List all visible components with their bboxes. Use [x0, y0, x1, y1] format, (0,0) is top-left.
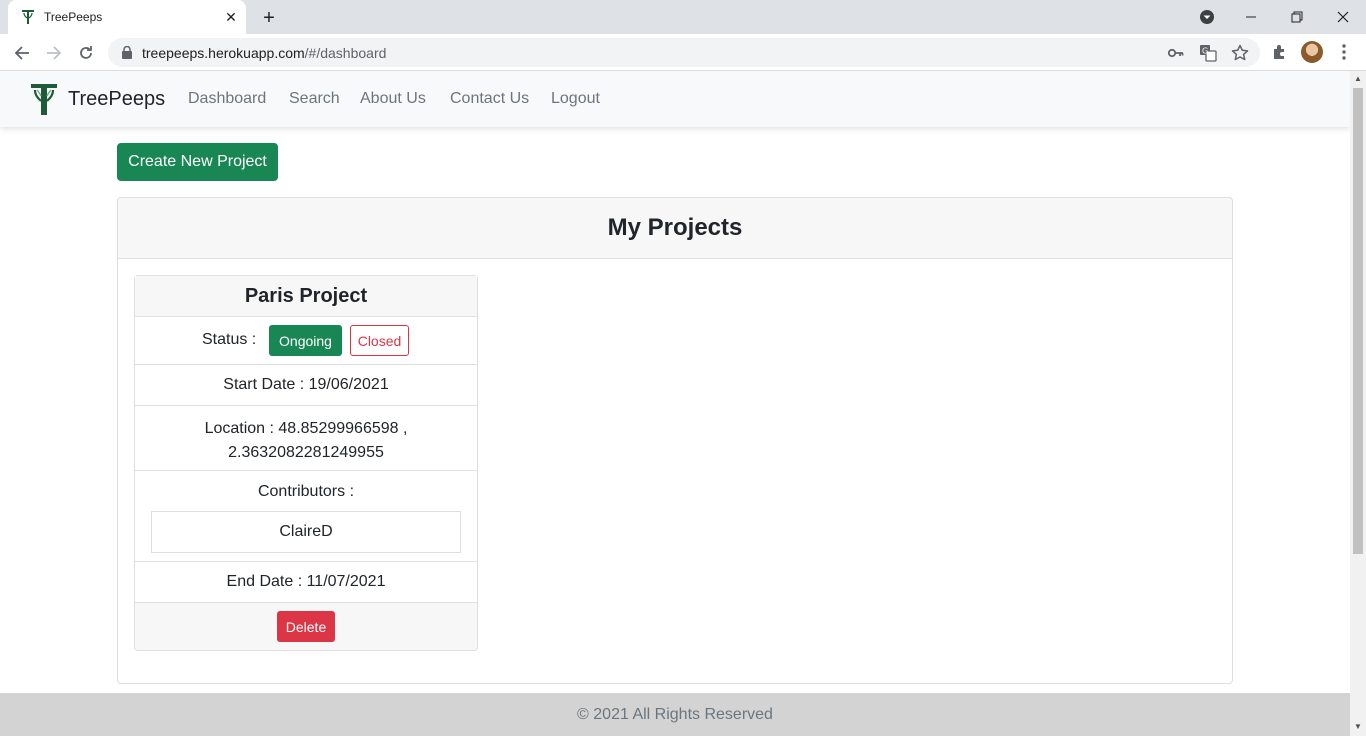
project-contributors-row: Contributors : ClaireD	[135, 471, 477, 562]
project-location-line2: 2.3632082281249955	[228, 444, 384, 461]
forward-icon[interactable]	[43, 42, 65, 64]
project-status-row: Status : Ongoing Closed	[135, 317, 477, 365]
project-start-date: Start Date : 19/06/2021	[223, 376, 389, 393]
nav-link-about-us[interactable]: About Us	[360, 90, 426, 108]
create-new-project-button[interactable]: Create New Project	[117, 143, 278, 181]
project-start-date-row: Start Date : 19/06/2021	[135, 365, 477, 406]
panel-title: My Projects	[607, 214, 743, 241]
scrollbar-thumb[interactable]	[1353, 88, 1363, 554]
delete-project-button[interactable]: Delete	[277, 611, 335, 642]
lock-icon	[122, 46, 132, 59]
nav-link-dashboard[interactable]: Dashboard	[188, 90, 266, 108]
translate-icon[interactable]: G	[1199, 44, 1217, 62]
project-card: Paris Project Status : Ongoing Closed St…	[134, 275, 478, 651]
contributor-list-item[interactable]: ClaireD	[151, 511, 461, 553]
tab-title: TreePeeps	[44, 10, 103, 24]
browser-tab[interactable]: TreePeeps ✕	[8, 0, 246, 34]
new-tab-icon[interactable]: +	[258, 7, 280, 29]
close-tab-icon[interactable]: ✕	[222, 8, 240, 26]
url-host: treepeeps.herokuapp.com	[142, 45, 305, 61]
contributor-name: ClaireD	[279, 523, 333, 540]
key-icon[interactable]	[1167, 44, 1185, 62]
scroll-up-arrow-icon[interactable]: ▲	[1354, 75, 1362, 83]
restore-icon[interactable]	[1274, 0, 1320, 34]
project-location-line1: Location : 48.85299966598 ,	[204, 420, 408, 437]
svg-text:G: G	[1202, 47, 1208, 56]
project-location-row: Location : 48.85299966598 , 2.3632082281…	[135, 406, 477, 471]
browser-tabstrip: TreePeeps ✕ +	[0, 0, 1366, 34]
project-card-footer: Delete	[135, 603, 477, 650]
project-end-date: End Date : 11/07/2021	[226, 573, 386, 590]
nav-link-contact-us[interactable]: Contact Us	[450, 90, 529, 108]
address-bar[interactable]: treepeeps.herokuapp.com/#/dashboard G	[108, 38, 1260, 67]
page-scrollbar[interactable]: ▲ ▼	[1350, 71, 1366, 736]
back-icon[interactable]	[11, 42, 33, 64]
treepeeps-favicon-icon	[22, 10, 34, 24]
url-path: /#/dashboard	[304, 45, 387, 61]
scroll-down-arrow-icon[interactable]: ▼	[1354, 723, 1362, 731]
reload-icon[interactable]	[75, 42, 97, 64]
my-projects-panel: My Projects Paris Project Status : Ongoi…	[117, 197, 1233, 684]
status-ongoing-button[interactable]: Ongoing	[269, 325, 342, 356]
close-window-icon[interactable]	[1320, 0, 1366, 34]
nav-link-search[interactable]: Search	[289, 90, 340, 108]
site-footer: © 2021 All Rights Reserved	[0, 693, 1350, 736]
url-text: treepeeps.herokuapp.com/#/dashboard	[142, 45, 386, 61]
brand-name[interactable]: TreePeeps	[68, 88, 165, 111]
extensions-icon[interactable]	[1270, 42, 1290, 62]
project-end-date-row: End Date : 11/07/2021	[135, 562, 477, 603]
nav-link-logout[interactable]: Logout	[551, 90, 600, 108]
bookmark-star-icon[interactable]	[1231, 44, 1249, 62]
status-label: Status :	[202, 331, 257, 348]
minimize-icon[interactable]	[1228, 0, 1274, 34]
footer-copyright: © 2021 All Rights Reserved	[577, 705, 773, 723]
browser-toolbar: treepeeps.herokuapp.com/#/dashboard G	[0, 34, 1366, 71]
contributors-label: Contributors :	[257, 483, 355, 500]
profile-avatar[interactable]	[1301, 41, 1323, 63]
panel-header: My Projects	[118, 198, 1232, 259]
treepeeps-logo-icon[interactable]	[30, 82, 58, 116]
more-menu-icon[interactable]	[1334, 42, 1354, 62]
page-viewport: TreePeeps Dashboard Search About Us Cont…	[0, 71, 1350, 736]
tab-search-icon[interactable]	[1198, 8, 1216, 26]
project-card-header: Paris Project	[135, 276, 477, 317]
status-closed-button[interactable]: Closed	[350, 325, 409, 356]
project-name: Paris Project	[244, 284, 368, 307]
site-navbar: TreePeeps Dashboard Search About Us Cont…	[0, 71, 1350, 127]
